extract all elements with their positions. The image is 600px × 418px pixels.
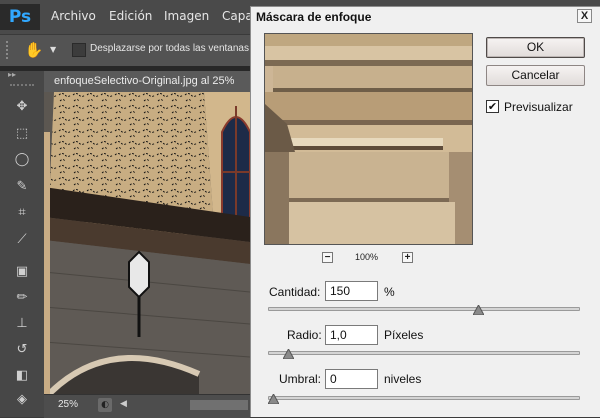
ok-button[interactable]: OK [486,37,585,58]
amount-slider-thumb[interactable] [472,305,484,315]
crop-icon[interactable]: ⌗ [9,203,35,223]
threshold-input[interactable] [325,369,378,389]
lasso-icon[interactable]: ◯ [9,150,35,170]
threshold-slider[interactable] [268,396,580,400]
healing-brush-icon[interactable]: ▣ [9,262,35,282]
marquee-icon[interactable]: ⬚ [9,124,35,144]
preview-image[interactable] [264,33,473,245]
preview-photo [265,34,472,244]
document-canvas[interactable] [44,92,250,394]
eyedropper-icon[interactable]: ⟋ [9,230,35,250]
eraser-icon[interactable]: ◧ [9,366,35,386]
amount-unit: % [384,285,395,299]
threshold-slider-thumb[interactable] [268,394,279,404]
preview-checkbox[interactable]: ✔ [486,100,499,113]
threshold-unit: niveles [384,372,422,386]
scroll-left-icon[interactable]: ◀ [120,399,127,409]
move-icon[interactable]: ✥ [9,97,35,117]
amount-slider[interactable] [268,307,580,311]
threshold-label: Umbral: [279,372,322,386]
brush-icon[interactable]: ✏ [9,288,35,308]
radius-label: Radio: [287,328,322,342]
dialog-title: Máscara de enfoque [256,10,372,24]
toolbox-collapse-icon[interactable]: ▸▸ [8,70,16,79]
menu-archivo[interactable]: Archivo [51,9,96,23]
paint-bucket-icon[interactable]: ◈ [9,390,35,410]
photoshop-logo: Ps [0,4,40,30]
cancel-button[interactable]: Cancelar [486,65,585,86]
zoom-out-button[interactable]: − [322,252,333,263]
amount-input[interactable] [325,281,378,301]
history-brush-icon[interactable]: ↺ [9,340,35,360]
preview-label: Previsualizar [504,100,573,114]
clone-stamp-icon[interactable]: ⊥ [9,314,35,334]
close-button[interactable]: X [577,9,592,23]
amount-label: Cantidad: [269,285,321,299]
zoom-in-button[interactable]: + [402,252,413,263]
scroll-all-windows-checkbox[interactable] [72,43,86,57]
horizontal-scrollbar[interactable] [190,400,248,410]
preview-zoom-level: 100% [355,252,379,262]
toolbox-grip[interactable] [10,84,34,90]
document-tab[interactable]: enfoqueSelectivo-Original.jpg al 25% [44,71,250,92]
quick-selection-icon[interactable]: ✎ [9,177,35,197]
menu-capa[interactable]: Capa [222,9,253,23]
hand-icon[interactable]: ✋ [24,40,44,60]
tool-preset-dropdown-icon[interactable]: ▼ [50,45,56,54]
radius-unit: Píxeles [384,328,424,342]
scroll-all-windows-label: Desplazarse por todas las ventanas [90,43,249,54]
zoom-level[interactable]: 25% [58,399,78,410]
options-bar-grip[interactable] [6,41,12,59]
menu-imagen[interactable]: Imagen [164,9,209,23]
radius-slider[interactable] [268,351,580,355]
status-info-icon[interactable]: ◐ [98,398,112,412]
menu-edicion[interactable]: Edición [109,9,152,23]
radius-slider-thumb[interactable] [283,349,295,359]
radius-input[interactable] [325,325,378,345]
canvas-image [44,92,250,394]
